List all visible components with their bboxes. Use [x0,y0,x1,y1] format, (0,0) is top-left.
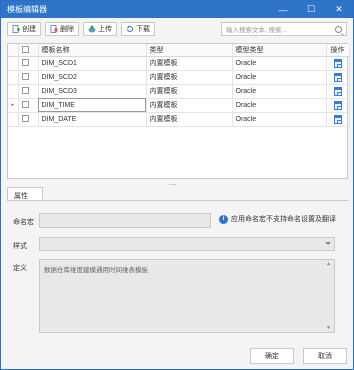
naming-note-text: 应用命名宏不支持命名设置及翻译 [231,216,336,223]
create-icon [12,25,20,33]
edit-template-icon[interactable] [333,86,342,96]
template-grid: 模板名称 类型 模型类型 操作 DIM_SCD1 内置模板 Oracle DIM… [7,43,350,179]
chevron-down-icon[interactable] [325,242,331,245]
row-select-cell[interactable] [18,98,39,113]
style-label: 样式 [13,243,27,250]
grid-header-row: 模板名称 类型 模型类型 操作 [8,44,350,57]
search-placeholder: 输入搜索文本, 搜索... [226,27,288,34]
row-indicator-header [8,44,19,57]
window-title: 模板编辑器 [7,5,47,14]
column-header-type[interactable]: 类型 [146,44,233,57]
upload-button[interactable]: 上传 [83,22,117,36]
download-label: 下载 [136,26,150,33]
cell-type[interactable]: 内置模板 [146,84,233,99]
definition-label: 定义 [13,265,27,272]
row-select-cell[interactable] [18,70,39,85]
row-select-cell[interactable] [18,84,39,99]
row-indicator [8,70,19,85]
search-input[interactable]: 输入搜索文本, 搜索... [221,22,347,36]
row-checkbox[interactable] [21,101,29,109]
row-checkbox[interactable] [21,73,29,81]
cell-actions [326,98,350,113]
naming-macro-field[interactable] [39,213,211,228]
delete-button[interactable]: 删除 [45,22,79,36]
table-row[interactable]: DIM_DATE 内置模板 Oracle [8,112,350,127]
splitter-handle[interactable]: .... [169,180,177,187]
naming-note: i 应用命名宏不支持命名设置及翻译 [219,214,336,224]
select-all-checkbox[interactable] [21,46,29,54]
row-indicator [8,84,19,99]
edit-template-icon[interactable] [333,114,342,124]
toolbar: 创建 删除 上传 下载 输入搜索文本, 搜索... [1,18,353,40]
tab-properties[interactable]: 属性 [7,187,43,201]
cell-model-type[interactable]: Oracle [232,84,327,99]
cell-model-type[interactable]: Oracle [232,70,327,85]
cell-type[interactable]: 内置模板 [146,70,233,85]
row-checkbox[interactable] [21,59,29,67]
upload-icon [88,25,96,33]
cell-type[interactable]: 内置模板 [146,98,233,113]
naming-macro-label: 命名宏 [13,219,34,226]
edit-template-icon[interactable] [333,58,342,68]
template-editor-window: 模板编辑器 — ☐ ✕ 创建 删除 上传 下载 输入搜索文本, 搜索... 模板… [0,0,354,370]
minimize-button[interactable]: — [269,1,297,18]
row-checkbox[interactable] [21,115,29,123]
search-icon[interactable] [335,25,342,33]
table-row[interactable]: ▸ DIM_TIME 内置模板 Oracle [8,98,350,113]
cell-name[interactable]: DIM_SCD2 [38,70,147,85]
download-icon [126,25,134,33]
ok-button[interactable]: 确定 [250,348,294,364]
info-icon: i [219,214,228,224]
table-row[interactable]: DIM_SCD1 内置模板 Oracle [8,56,350,71]
cell-type[interactable]: 内置模板 [146,56,233,71]
close-button[interactable]: ✕ [325,1,353,18]
column-header-actions: 操作 [326,44,350,57]
definition-text: 数据仓库维度建模通用时间维表模板 [44,267,148,274]
definition-textarea[interactable]: 数据仓库维度建模通用时间维表模板 ▲ ▼ [39,259,335,333]
row-select-cell[interactable] [18,112,39,127]
column-header-name[interactable]: 模板名称 [38,44,147,57]
current-row-marker: ▸ [8,98,19,113]
upload-label: 上传 [98,26,112,33]
cancel-button[interactable]: 取消 [303,348,347,364]
table-row[interactable]: DIM_SCD3 内置模板 Oracle [8,84,350,99]
delete-label: 删除 [60,26,74,33]
row-select-cell[interactable] [18,56,39,71]
edit-template-icon[interactable] [333,72,342,82]
style-dropdown[interactable] [39,237,335,251]
cell-actions [326,70,350,85]
scroll-down-icon[interactable]: ▼ [326,325,333,331]
create-label: 创建 [22,26,36,33]
select-all-cell[interactable] [18,44,39,57]
cell-actions [326,112,350,127]
row-checkbox[interactable] [21,87,29,95]
cell-model-type[interactable]: Oracle [232,112,327,127]
scroll-up-icon[interactable]: ▲ [326,261,333,267]
column-header-model-type[interactable]: 模型类型 [232,44,327,57]
cell-name[interactable]: DIM_TIME [38,98,147,113]
row-indicator [8,112,19,127]
download-button[interactable]: 下载 [121,22,155,36]
properties-panel: 命名宏 i 应用命名宏不支持命名设置及翻译 样式 定义 数据仓库维度建模通用时间… [7,200,348,342]
cell-name[interactable]: DIM_SCD1 [38,56,147,71]
delete-icon [50,25,58,33]
cell-name[interactable]: DIM_DATE [38,112,147,127]
edit-template-icon[interactable] [333,100,342,110]
title-bar: 模板编辑器 — ☐ ✕ [1,1,353,18]
cell-model-type[interactable]: Oracle [232,56,327,71]
create-button[interactable]: 创建 [7,22,41,36]
table-row[interactable]: DIM_SCD2 内置模板 Oracle [8,70,350,85]
cell-actions [326,84,350,99]
cell-name[interactable]: DIM_SCD3 [38,84,147,99]
cell-model-type[interactable]: Oracle [232,98,327,113]
cell-type[interactable]: 内置模板 [146,112,233,127]
row-indicator [8,56,19,71]
maximize-button[interactable]: ☐ [297,1,325,18]
cell-actions [326,56,350,71]
